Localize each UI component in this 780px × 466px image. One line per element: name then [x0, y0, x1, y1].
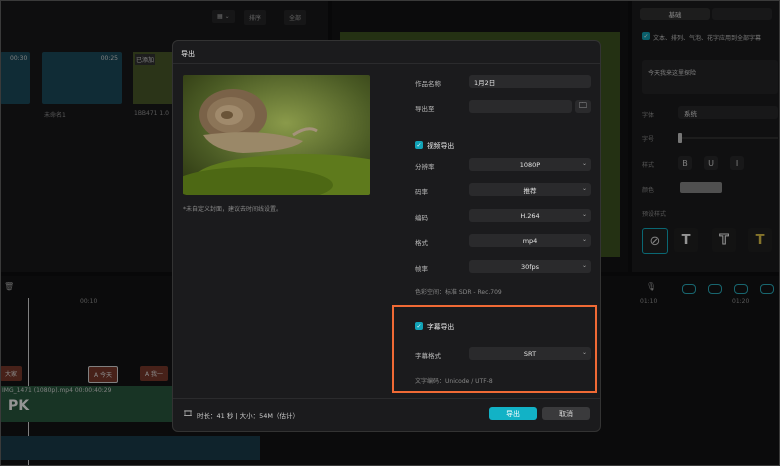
screenshot-border	[0, 0, 780, 466]
